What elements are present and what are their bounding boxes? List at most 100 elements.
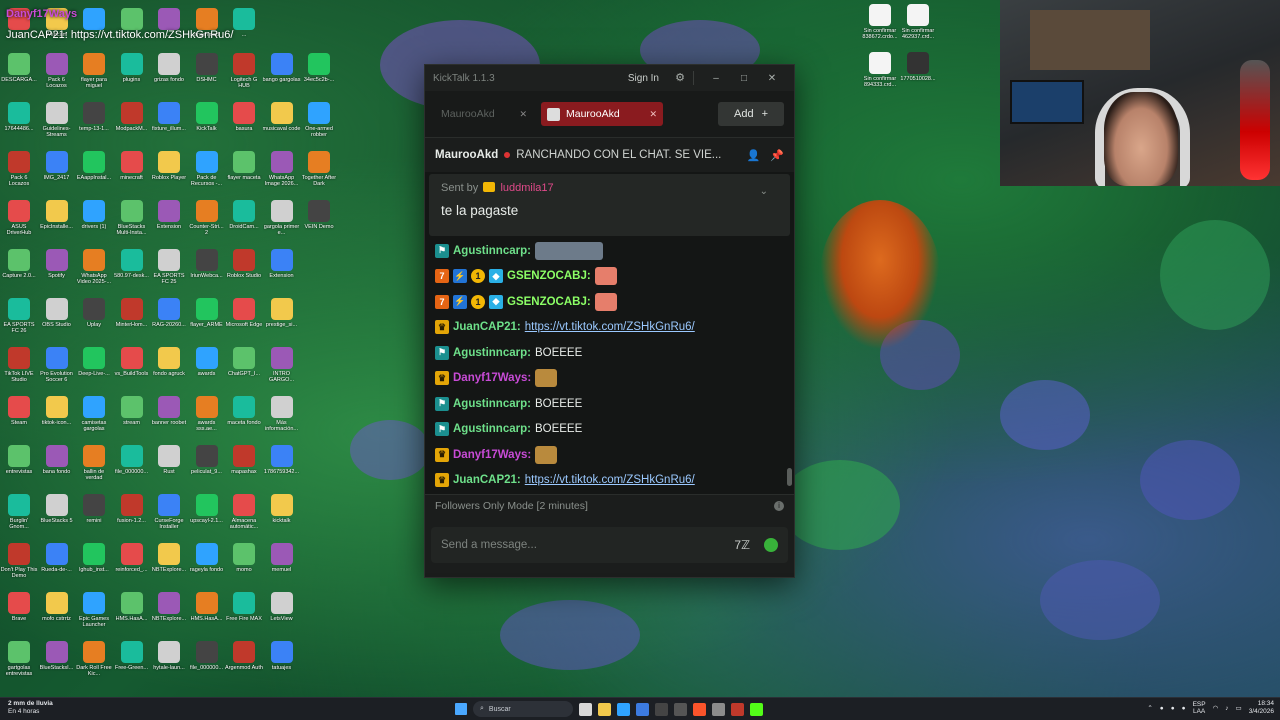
desktop-icon[interactable]: BlueStacks 5 <box>39 494 75 530</box>
emote-image[interactable] <box>594 267 617 286</box>
chat-message[interactable]: ⚑ Agustinncarp: BOEEEE <box>435 391 784 417</box>
desktop-icon[interactable]: grizas fondo <box>151 53 187 89</box>
desktop-icon[interactable]: kicktalk <box>264 494 300 530</box>
desktop-icon[interactable]: fixture_illum... <box>151 102 187 138</box>
chat-username[interactable]: Danyf17Ways: <box>453 449 531 461</box>
weather-widget[interactable]: 2 mm de lluvia En 4 horas <box>8 700 53 716</box>
desktop-icon[interactable]: plugins <box>114 53 150 89</box>
sign-in-button[interactable]: Sign In <box>628 73 659 84</box>
desktop-icon[interactable]: gartgolas entrevistas <box>1 641 37 677</box>
desktop-icon[interactable]: prestige_si... <box>264 298 300 334</box>
desktop-icon[interactable]: Brave <box>1 592 37 628</box>
chat-username[interactable]: JuanCAP21: <box>453 474 521 486</box>
7tv-emote-icon[interactable]: 7ℤ <box>734 538 750 552</box>
close-icon[interactable]: ✕ <box>758 73 786 84</box>
desktop-icon[interactable]: EA SPORTS FC 26 <box>1 298 37 334</box>
desktop-icon[interactable]: Free Fire MAX <box>226 592 262 628</box>
desktop-icon[interactable]: 1770510028... <box>900 52 936 88</box>
og-badge-icon[interactable]: 7 <box>435 294 449 309</box>
desktop-icon[interactable]: stream <box>114 396 150 432</box>
crown-badge-icon[interactable]: ♛ <box>435 371 449 386</box>
chat-message[interactable]: ⚑ Agustinncarp: BOEEEE <box>435 340 784 366</box>
desktop-icon[interactable]: DESCARGA... <box>1 53 37 89</box>
crown-badge-icon[interactable]: ♛ <box>435 320 449 335</box>
desktop-icon[interactable]: 1786759342... <box>264 445 300 481</box>
vip-badge-icon[interactable]: ⚡ <box>453 294 467 309</box>
desktop-icon[interactable]: DSHMC <box>189 53 225 89</box>
vip-badge-icon[interactable]: ⚡ <box>453 269 467 284</box>
desktop-icon[interactable]: WhatsApp Video 2025-... <box>76 249 112 285</box>
cube-badge-icon[interactable]: ◆ <box>489 294 503 309</box>
desktop-icon[interactable]: Guidelines-Streams <box>39 102 75 138</box>
desktop-icon[interactable]: IMG_2417 <box>39 151 75 187</box>
close-tab-icon[interactable]: ✕ <box>519 109 527 120</box>
desktop-icon[interactable]: flayer_ARME <box>189 298 225 334</box>
desktop-icon[interactable]: One-armed robber <box>301 102 337 138</box>
app-icon[interactable] <box>731 702 744 716</box>
add-chatroom-button[interactable]: Add + <box>718 102 784 126</box>
minimize-icon[interactable]: – <box>702 73 730 84</box>
desktop-icon[interactable]: hytale-laun... <box>151 641 187 677</box>
desktop-icon[interactable]: basura <box>226 102 262 138</box>
tray-icon[interactable]: ● <box>1182 705 1186 712</box>
desktop-icon[interactable]: HMS.HasA... <box>189 592 225 628</box>
chat-username[interactable]: Agustinncarp: <box>453 398 531 410</box>
desktop-icon[interactable]: file_000000... <box>114 445 150 481</box>
desktop-icon[interactable]: upscayl-2.1... <box>189 494 225 530</box>
desktop-icon[interactable]: bango gargolas <box>263 53 300 89</box>
chat-link[interactable]: https://vt.tiktok.com/ZSHkGnRu6/ <box>525 474 695 486</box>
desktop-icon[interactable]: ASUS DriverHub <box>1 200 37 236</box>
obs-icon[interactable] <box>712 702 725 716</box>
chat-username[interactable]: Danyf17Ways: <box>453 372 531 384</box>
desktop-icon[interactable]: Logitech G HUB <box>226 53 262 89</box>
chat-link[interactable]: https://vt.tiktok.com/ZSHkGnRu6/ <box>525 321 695 333</box>
tray-icon[interactable]: ● <box>1160 705 1164 712</box>
battery-icon[interactable]: ▭ <box>1236 704 1242 712</box>
user-icon[interactable]: 👤 <box>747 149 761 162</box>
desktop-icon[interactable]: NBTExplore... <box>151 543 187 579</box>
desktop-icon[interactable]: 580.97-desk... <box>114 249 150 285</box>
desktop-icon[interactable]: banner roobet <box>151 396 187 432</box>
desktop-icon[interactable]: tatuajes <box>264 641 300 677</box>
volume-icon[interactable]: ♪ <box>1225 705 1228 712</box>
chat-message[interactable]: ♛ JuanCAP21: https://vt.tiktok.com/ZSHkGnR… <box>435 468 784 494</box>
desktop-icon[interactable]: reinforced_... <box>114 543 150 579</box>
desktop-icon[interactable]: ChatGPT_I... <box>226 347 262 383</box>
one-badge-icon[interactable]: 1 <box>471 269 485 284</box>
kick-badge-icon[interactable]: ⚑ <box>435 422 449 437</box>
desktop-icon[interactable]: fondo agruck <box>151 347 187 383</box>
chat-username[interactable]: Agustinncarp: <box>453 245 531 257</box>
desktop-icon[interactable]: temp-13-1... <box>76 102 112 138</box>
desktop-icon[interactable]: Capture 2.0... <box>1 249 37 285</box>
mm-icon[interactable] <box>674 702 687 716</box>
desktop-icon[interactable]: Epic Games Launcher <box>76 592 112 628</box>
desktop-icon[interactable]: Spotify <box>39 249 75 285</box>
title-bar[interactable]: KickTalk 1.1.3 Sign In ⚙ – □ ✕ <box>425 65 794 91</box>
desktop-icon[interactable]: minecraft <box>114 151 150 187</box>
message-input[interactable]: Send a message... 7ℤ <box>431 527 788 563</box>
desktop-icon[interactable]: Roblox Player <box>151 151 187 187</box>
desktop-icon[interactable]: INTRO GARGO... <box>264 347 300 383</box>
desktop-icon[interactable]: VEIN Demo <box>301 200 337 236</box>
desktop-icon[interactable]: fusion-1.2... <box>114 494 150 530</box>
store-icon[interactable] <box>636 702 649 716</box>
desktop-icon[interactable]: rageyla fondo <box>189 543 225 579</box>
desktop-icon[interactable]: gargola primer e... <box>264 200 300 236</box>
chat-message[interactable]: ⚑ Agustinncarp: <box>435 238 784 264</box>
desktop-icon[interactable]: HMS.HasA... <box>114 592 150 628</box>
chat-username[interactable]: JuanCAP21: <box>453 321 521 333</box>
desktop-icon[interactable]: Más información... <box>264 396 300 432</box>
fe-icon[interactable] <box>655 702 668 716</box>
desktop-icon[interactable]: OBS Studio <box>39 298 75 334</box>
desktop-icon[interactable]: memuel <box>264 543 300 579</box>
crown-badge-icon[interactable]: ♛ <box>435 447 449 462</box>
desktop-icon[interactable]: lghub_inst... <box>76 543 112 579</box>
language-indicator[interactable]: ESP LAA <box>1193 701 1206 715</box>
desktop-icon[interactable]: RAG-20260... <box>151 298 187 334</box>
pin-icon[interactable]: 📌 <box>770 149 784 162</box>
tab-chatroom-1[interactable]: MaurooAkd ✕ <box>435 102 533 126</box>
desktop-icon[interactable]: MinterHom... <box>114 298 150 334</box>
desktop-icon[interactable]: EpicInstalle... <box>39 200 75 236</box>
desktop-icon[interactable]: Sin confirmar 462937.crd... <box>900 4 936 40</box>
desktop-icon[interactable]: ballin de verdad <box>76 445 112 481</box>
